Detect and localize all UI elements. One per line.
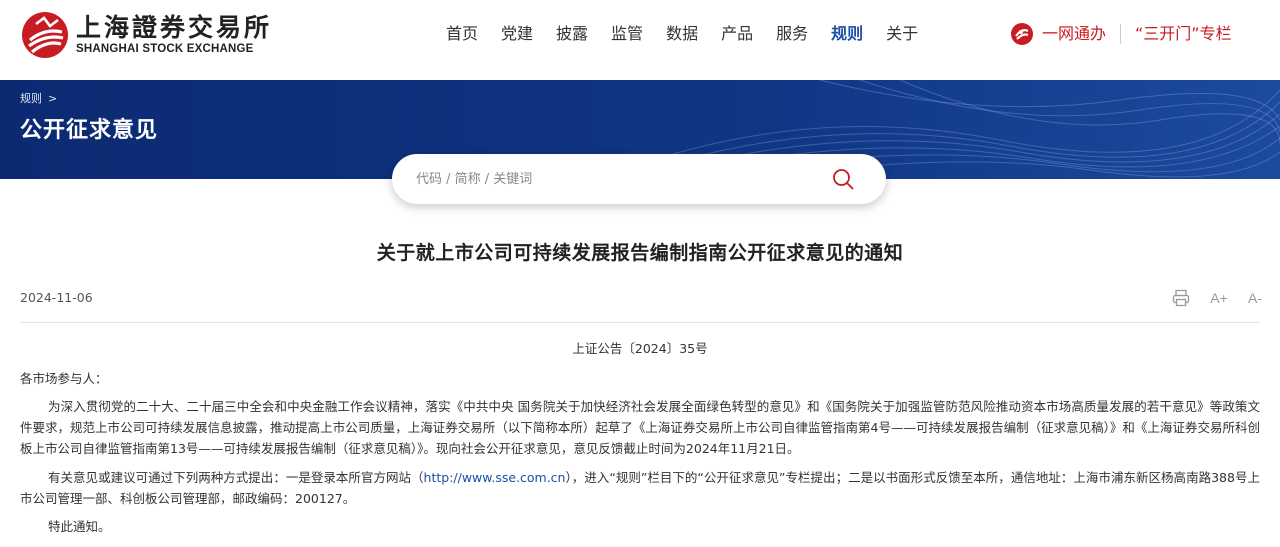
search-input[interactable] [416,166,816,192]
page-title: 公开征求意见 [20,118,159,143]
nav-item-about[interactable]: 关于 [886,20,918,48]
announcement-number: 上证公告〔2024〕35号 [572,341,708,356]
article-paragraph-3: 特此通知。 [48,519,111,534]
article-paragraph-2: 有关意见或建议可通过下列两种方式提出：一是登录本所官方网站（http://www… [20,467,1260,509]
paragraph-2-text-before: 有关意见或建议可通过下列两种方式提出：一是登录本所官方网站（ [48,470,424,485]
one-stop-service-link[interactable]: 一网通办 [1010,20,1106,48]
print-icon[interactable] [1172,289,1190,307]
salutation: 各市场参与人： [20,371,108,386]
one-stop-service-icon [1011,23,1033,45]
article-title: 关于就上市公司可持续发展报告编制指南公开征求意见的通知 [376,242,904,264]
logo-chinese-name: 上海證券交易所 [76,13,273,42]
article-date: 2024-11-06 [20,290,93,305]
nav-item-data[interactable]: 数据 [666,20,698,48]
logo-english-name: SHANGHAI STOCK EXCHANGE [76,43,254,55]
nav-item-services[interactable]: 服务 [776,20,808,48]
breadcrumb-separator: > [48,91,58,105]
three-open-doors-link[interactable]: “三开门”专栏 [1135,20,1232,48]
font-smaller-button[interactable]: A- [1248,289,1262,307]
search-box [392,154,886,204]
breadcrumb: 规则 > [20,90,57,106]
nav-item-supervision[interactable]: 监管 [611,20,643,48]
nav-item-party[interactable]: 党建 [501,20,533,48]
article-paragraph-1: 为深入贯彻党的二十大、二十届三中全会和中央金融工作会议精神，落实《中共中央 国务… [20,399,1260,456]
header-tools-divider [1120,24,1122,44]
nav-item-disclosure[interactable]: 披露 [556,20,588,48]
nav-item-rules[interactable]: 规则 [831,20,863,48]
sse-website-link[interactable]: http://www.sse.com.cn [424,470,566,485]
main-nav: 首页 党建 披露 监管 数据 产品 服务 规则 关于 [446,20,941,48]
article-tools: A+ A- [1172,287,1262,309]
logo-text: 上海證券交易所 SHANGHAI STOCK EXCHANGE [76,14,272,56]
header-tools: 一网通办 “三开门”专栏 [1010,20,1232,48]
article-divider [20,322,1260,323]
one-stop-service-label: 一网通办 [1042,24,1107,43]
sse-logo[interactable]: 上海證券交易所 SHANGHAI STOCK EXCHANGE [20,10,269,60]
font-larger-button[interactable]: A+ [1210,289,1228,307]
nav-item-products[interactable]: 产品 [721,20,753,48]
breadcrumb-rules[interactable]: 规则 [20,90,42,106]
sse-logo-mark-icon [22,12,68,58]
site-header: 上海證券交易所 SHANGHAI STOCK EXCHANGE 首页 党建 披露… [0,0,1280,80]
search-icon[interactable] [832,168,854,190]
nav-item-home[interactable]: 首页 [446,20,478,48]
